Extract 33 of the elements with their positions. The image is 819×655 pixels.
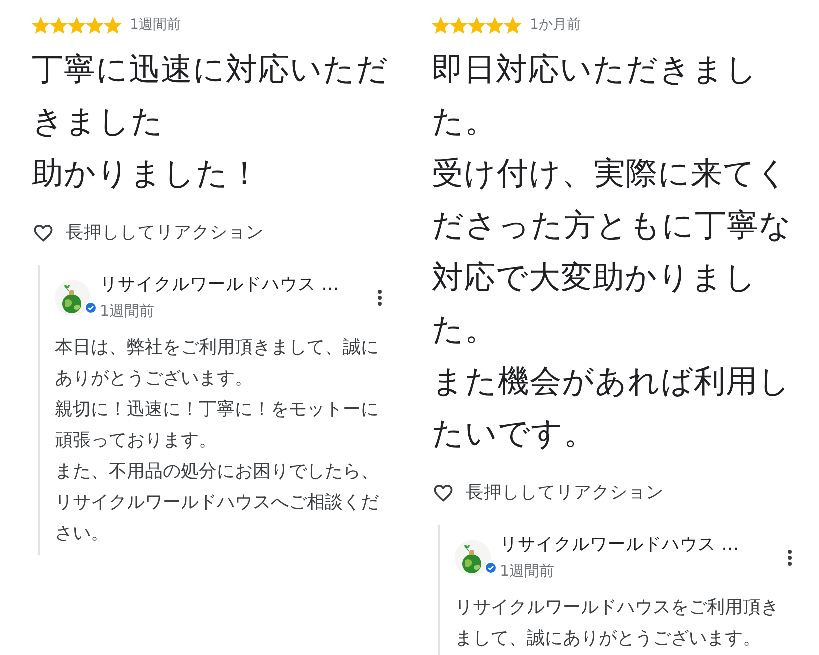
globe-avatar-icon (455, 540, 491, 576)
more-options-icon[interactable] (378, 290, 382, 306)
reply-time: 1週間前 (500, 561, 555, 582)
star-icon (468, 16, 486, 34)
review-text: 助かりました！ (32, 155, 262, 194)
review-text: また機会があれば利用したいです。 (432, 363, 792, 454)
heart-icon (34, 224, 53, 242)
reply-text: 本日は、弊社をご利用頂きまして、誠にありがとうございます。 (55, 336, 380, 391)
review-text: 受け付け、実際に来てくださった方ともに丁寧な対応で大変助かりました。 (432, 155, 793, 350)
heart-icon (434, 484, 453, 502)
review-time: 1か月前 (530, 16, 581, 34)
reply-text: また、不用品の処分にお困りでしたら、リサイクルワールドハウスへご相談ください。 (55, 460, 380, 546)
star-icon (86, 16, 104, 34)
more-options-icon[interactable] (788, 550, 792, 566)
reply-text: 親切に！迅速に！丁寧に！をモットーに頑張っております。 (55, 398, 380, 453)
reply-time: 1週間前 (100, 301, 155, 322)
star-icon (432, 16, 450, 34)
star-icon (486, 16, 504, 34)
star-icon (68, 16, 86, 34)
star-icon (104, 16, 122, 34)
reply-text: リサイクルワールドハウスをご利用頂きまして、誠にありがとうございます。 (455, 596, 780, 651)
reply-author: リサイクルワールドハウス … (500, 534, 740, 557)
star-icon (32, 16, 50, 34)
globe-avatar-icon (55, 280, 91, 316)
reaction-button[interactable]: 長押ししてリアクション (32, 221, 268, 245)
review-text: 即日対応いただきました。 (432, 51, 759, 142)
star-icon (504, 16, 522, 34)
reaction-button[interactable]: 長押ししてリアクション (432, 481, 668, 505)
star-icon (450, 16, 468, 34)
review-text: 丁寧に迅速に対応いただきました (32, 51, 390, 142)
reply-author: リサイクルワールドハウス … (100, 274, 340, 297)
review-time: 1週間前 (130, 16, 181, 34)
star-icon (50, 16, 68, 34)
